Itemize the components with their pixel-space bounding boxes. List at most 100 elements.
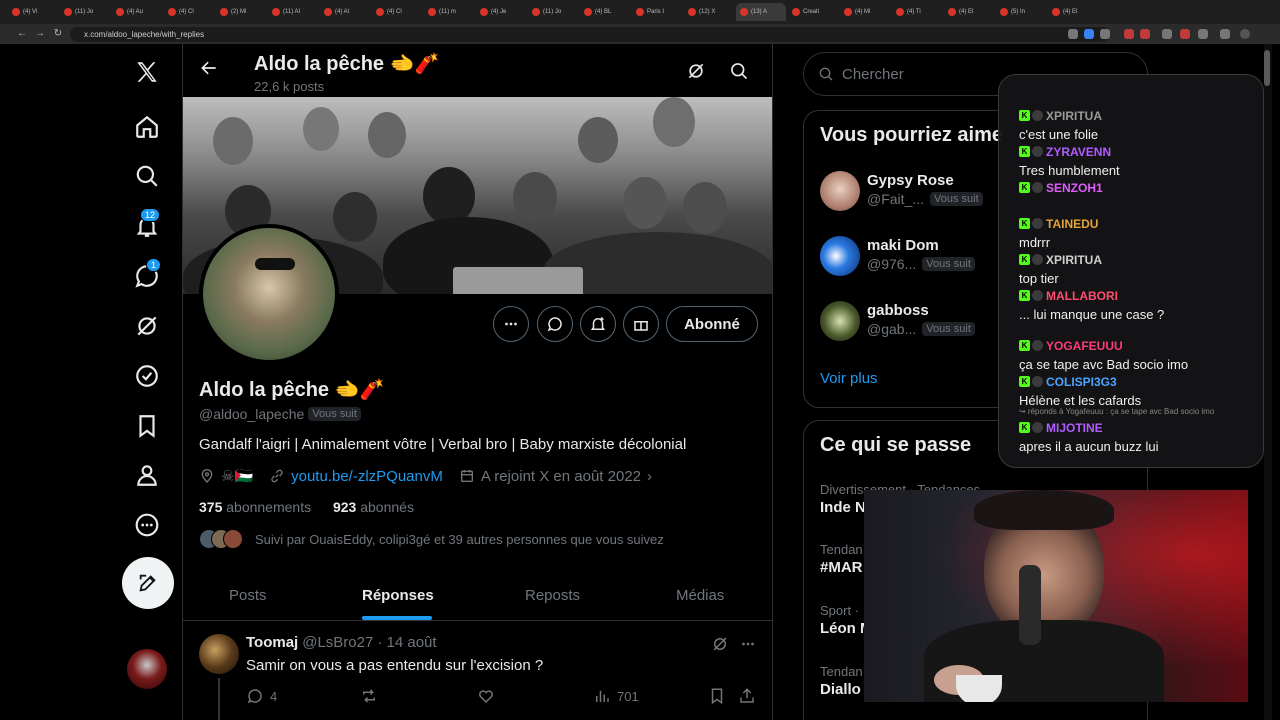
browser-tab[interactable]: (4) BL [580, 3, 630, 21]
page-scrollbar[interactable] [1264, 44, 1272, 720]
post-date[interactable]: · 14 août [377, 634, 436, 651]
browser-tab[interactable]: (4) Al [320, 3, 370, 21]
grok-icon[interactable] [686, 61, 708, 83]
browser-tab[interactable]: (4) El [944, 3, 994, 21]
browser-tab[interactable]: (4) Cl [164, 3, 214, 21]
tab-reposts[interactable]: Reposts [525, 587, 580, 604]
suggestion-handle: @Fait_... [867, 191, 925, 207]
profile-icon[interactable] [122, 455, 172, 495]
menu-icon[interactable] [1220, 29, 1230, 39]
post-more-icon[interactable] [739, 635, 757, 658]
suggestion-item[interactable]: maki Dom @976... Vous suit [867, 237, 975, 272]
more-options-button[interactable] [493, 306, 529, 342]
account-avatar[interactable] [127, 649, 167, 689]
suggestion-avatar[interactable] [820, 301, 860, 341]
back-arrow-icon[interactable] [199, 58, 219, 78]
browser-tab[interactable]: (4) Vi [8, 3, 58, 21]
suggestion-item[interactable]: Gypsy Rose @Fait_... Vous suit [867, 172, 983, 207]
bookmark-star-icon[interactable] [1100, 29, 1110, 39]
translate-icon[interactable] [1084, 29, 1094, 39]
trend-item[interactable]: Tendan Diallo [820, 664, 863, 698]
browser-tab[interactable]: (13) A [736, 3, 786, 21]
browser-tab[interactable]: (4) Je [476, 3, 526, 21]
suggestion-avatar[interactable] [820, 236, 860, 276]
messages-icon[interactable]: 1 [122, 256, 172, 296]
profile-avatar-icon[interactable] [1240, 29, 1250, 39]
scrollbar-thumb[interactable] [1264, 50, 1270, 86]
notify-button[interactable] [580, 306, 616, 342]
chat-message: K MIJOTINE apres il a aucun buzz lui [1019, 419, 1259, 454]
bookmarks-icon[interactable] [122, 406, 172, 446]
browser-tab[interactable]: (2) Mi [216, 3, 266, 21]
browser-tab[interactable]: (11) Jo [528, 3, 578, 21]
tab-title: (4) El [1063, 9, 1078, 15]
followed-by-row[interactable]: Suivi par OuaisEddy, colipi3gé et 39 aut… [199, 529, 664, 549]
post-author-avatar[interactable] [199, 634, 239, 674]
more-icon[interactable] [122, 505, 172, 545]
kick-badge-icon: K [1019, 254, 1030, 266]
extension-icon[interactable] [1162, 29, 1172, 39]
search-icon[interactable] [729, 61, 751, 83]
browser-tab[interactable]: Paris I [632, 3, 682, 21]
forward-nav-icon[interactable]: → [34, 28, 46, 40]
extensions-puzzle-icon[interactable] [1198, 29, 1208, 39]
tab-media[interactable]: Médias [676, 587, 724, 604]
reply-action[interactable]: 4 [246, 687, 277, 705]
following-button[interactable]: Abonné [666, 306, 758, 342]
followers-label[interactable]: abonnés [360, 499, 414, 515]
extension-icon[interactable] [1124, 29, 1134, 39]
subscribe-button[interactable] [623, 306, 659, 342]
profile-link[interactable]: youtu.be/-zlzPQuanvM [291, 468, 443, 485]
browser-tab[interactable]: (11) m [424, 3, 474, 21]
reload-icon[interactable]: ↻ [52, 28, 64, 40]
followers-count[interactable]: 923 [333, 499, 356, 515]
browser-tab[interactable]: (11) Jo [60, 3, 110, 21]
browser-tab[interactable]: Creati [788, 3, 838, 21]
address-bar[interactable]: x.com/aldoo_lapeche/with_replies [70, 27, 1110, 42]
following-count[interactable]: 375 [199, 499, 222, 515]
grok-icon[interactable] [122, 306, 172, 346]
profile-avatar[interactable] [199, 224, 339, 364]
extension-icon[interactable] [1140, 29, 1150, 39]
extension-icon[interactable] [1180, 29, 1190, 39]
grok-summary-button[interactable] [537, 306, 573, 342]
browser-tab[interactable]: (4) Au [112, 3, 162, 21]
verified-icon[interactable] [122, 356, 172, 396]
tab-favicon-icon [636, 8, 644, 16]
trend-item[interactable]: Tendan #MAR [820, 542, 863, 576]
compose-post-button[interactable] [122, 557, 174, 609]
chat-username: ZYRAVENN [1046, 145, 1112, 159]
browser-tab[interactable]: (4) El [1048, 3, 1098, 21]
tab-replies[interactable]: Réponses [362, 587, 434, 604]
like-icon[interactable] [477, 687, 495, 710]
show-more-link[interactable]: Voir plus [820, 370, 878, 387]
chevron-right-icon[interactable]: › [647, 468, 652, 485]
notifications-bell-icon[interactable]: 12 [122, 206, 172, 246]
home-icon[interactable] [122, 107, 172, 147]
suggestion-avatar[interactable] [820, 171, 860, 211]
repost-icon[interactable] [360, 687, 378, 710]
views-action[interactable]: 701 [593, 687, 639, 705]
browser-tabstrip: (4) Vi (11) Jo (4) Au (4) Cl (2) Mi (11) Al (4… [0, 0, 1280, 24]
bookmark-icon[interactable] [708, 687, 726, 710]
webcam-overlay [864, 490, 1248, 702]
share-icon[interactable] [738, 687, 756, 710]
follows-you-badge: Vous suit [922, 322, 975, 336]
grok-icon[interactable] [711, 635, 729, 658]
following-label[interactable]: abonnements [226, 499, 311, 515]
browser-tab[interactable]: (5) In [996, 3, 1046, 21]
x-logo-icon[interactable] [122, 52, 172, 92]
zoom-icon[interactable] [1068, 29, 1078, 39]
post-author-handle[interactable]: @LsBro27 [302, 634, 373, 651]
suggestion-item[interactable]: gabboss @gab... Vous suit [867, 302, 975, 337]
search-icon[interactable] [122, 156, 172, 196]
browser-tab[interactable]: (12) X [684, 3, 734, 21]
tab-posts[interactable]: Posts [229, 587, 267, 604]
browser-tab[interactable]: (11) Al [268, 3, 318, 21]
browser-tab[interactable]: (4) Ti [892, 3, 942, 21]
back-nav-icon[interactable]: ← [16, 28, 28, 40]
browser-tab[interactable]: (4) Mi [840, 3, 890, 21]
tab-favicon-icon [168, 8, 176, 16]
browser-tab[interactable]: (4) Cl [372, 3, 422, 21]
post-author-name[interactable]: Toomaj [246, 634, 298, 651]
